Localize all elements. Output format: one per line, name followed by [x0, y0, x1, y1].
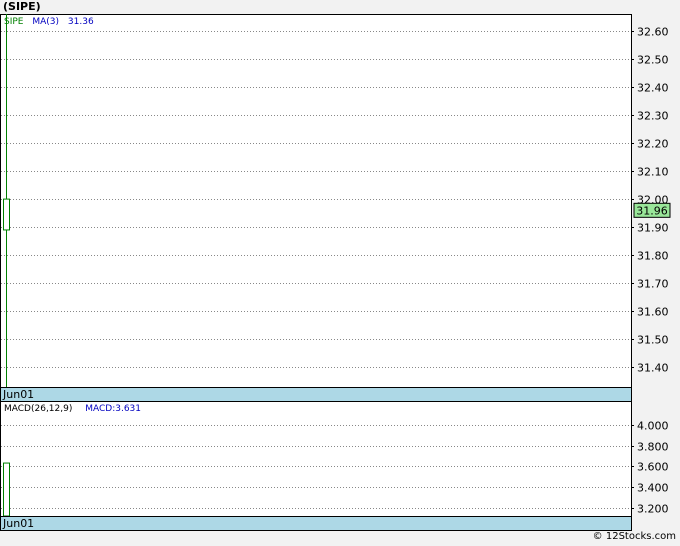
macd-date-label: Jun01	[2, 517, 34, 530]
y-tick-label: 31.60	[637, 306, 669, 319]
candle-body	[3, 198, 10, 231]
legend-symbol: SIPE	[4, 17, 24, 27]
macd-y-axis: 4.000 3.800 3.600 3.400 3.200	[631, 420, 669, 516]
y-tick-label: 3.600	[637, 461, 669, 474]
macd-bar	[3, 462, 10, 517]
footer-credit: © 12Stocks.com	[592, 531, 676, 542]
y-tick-label: 3.800	[637, 441, 669, 454]
legend-ma-label: MA(3)	[32, 17, 59, 27]
price-plot-area	[0, 14, 632, 388]
legend-ma-value: 31.36	[68, 17, 94, 27]
macd-bars	[3, 462, 10, 517]
price-date-label: Jun01	[2, 388, 34, 401]
macd-legend-params: MACD(26,12,9)	[4, 404, 72, 414]
y-tick-label: 32.60	[637, 26, 669, 39]
y-tick-label: 32.40	[637, 82, 669, 95]
macd-legend: MACD(26,12,9) MACD:3.631	[4, 404, 141, 414]
price-date-bar	[0, 387, 632, 402]
macd-plot-area	[0, 401, 632, 517]
macd-legend-value: MACD:3.631	[85, 404, 141, 414]
y-tick-label: 31.40	[637, 362, 669, 375]
last-price-label: 31.96	[636, 204, 668, 217]
y-tick-label: 32.20	[637, 138, 669, 151]
y-tick-label: 32.30	[637, 110, 669, 123]
y-tick-label: 31.90	[637, 222, 669, 235]
price-legend: SIPE MA(3) 31.36	[4, 17, 94, 27]
y-tick-label: 31.70	[637, 278, 669, 291]
last-price-marker: 31.96	[633, 202, 671, 218]
y-tick-label: 3.200	[637, 503, 669, 516]
y-tick-label: 32.50	[637, 54, 669, 67]
chart-svg: 32.6032.5032.4032.3032.2032.1032.0031.90…	[0, 14, 671, 531]
macd-date-bar	[0, 516, 632, 531]
y-tick-label: 31.80	[637, 250, 669, 263]
y-tick-label: 4.000	[637, 420, 669, 433]
y-tick-label: 32.10	[637, 166, 669, 179]
y-tick-label: 31.50	[637, 334, 669, 347]
price-y-axis: 32.6032.5032.4032.3032.2032.1032.0031.90…	[631, 26, 669, 375]
y-tick-label: 3.400	[637, 482, 669, 495]
